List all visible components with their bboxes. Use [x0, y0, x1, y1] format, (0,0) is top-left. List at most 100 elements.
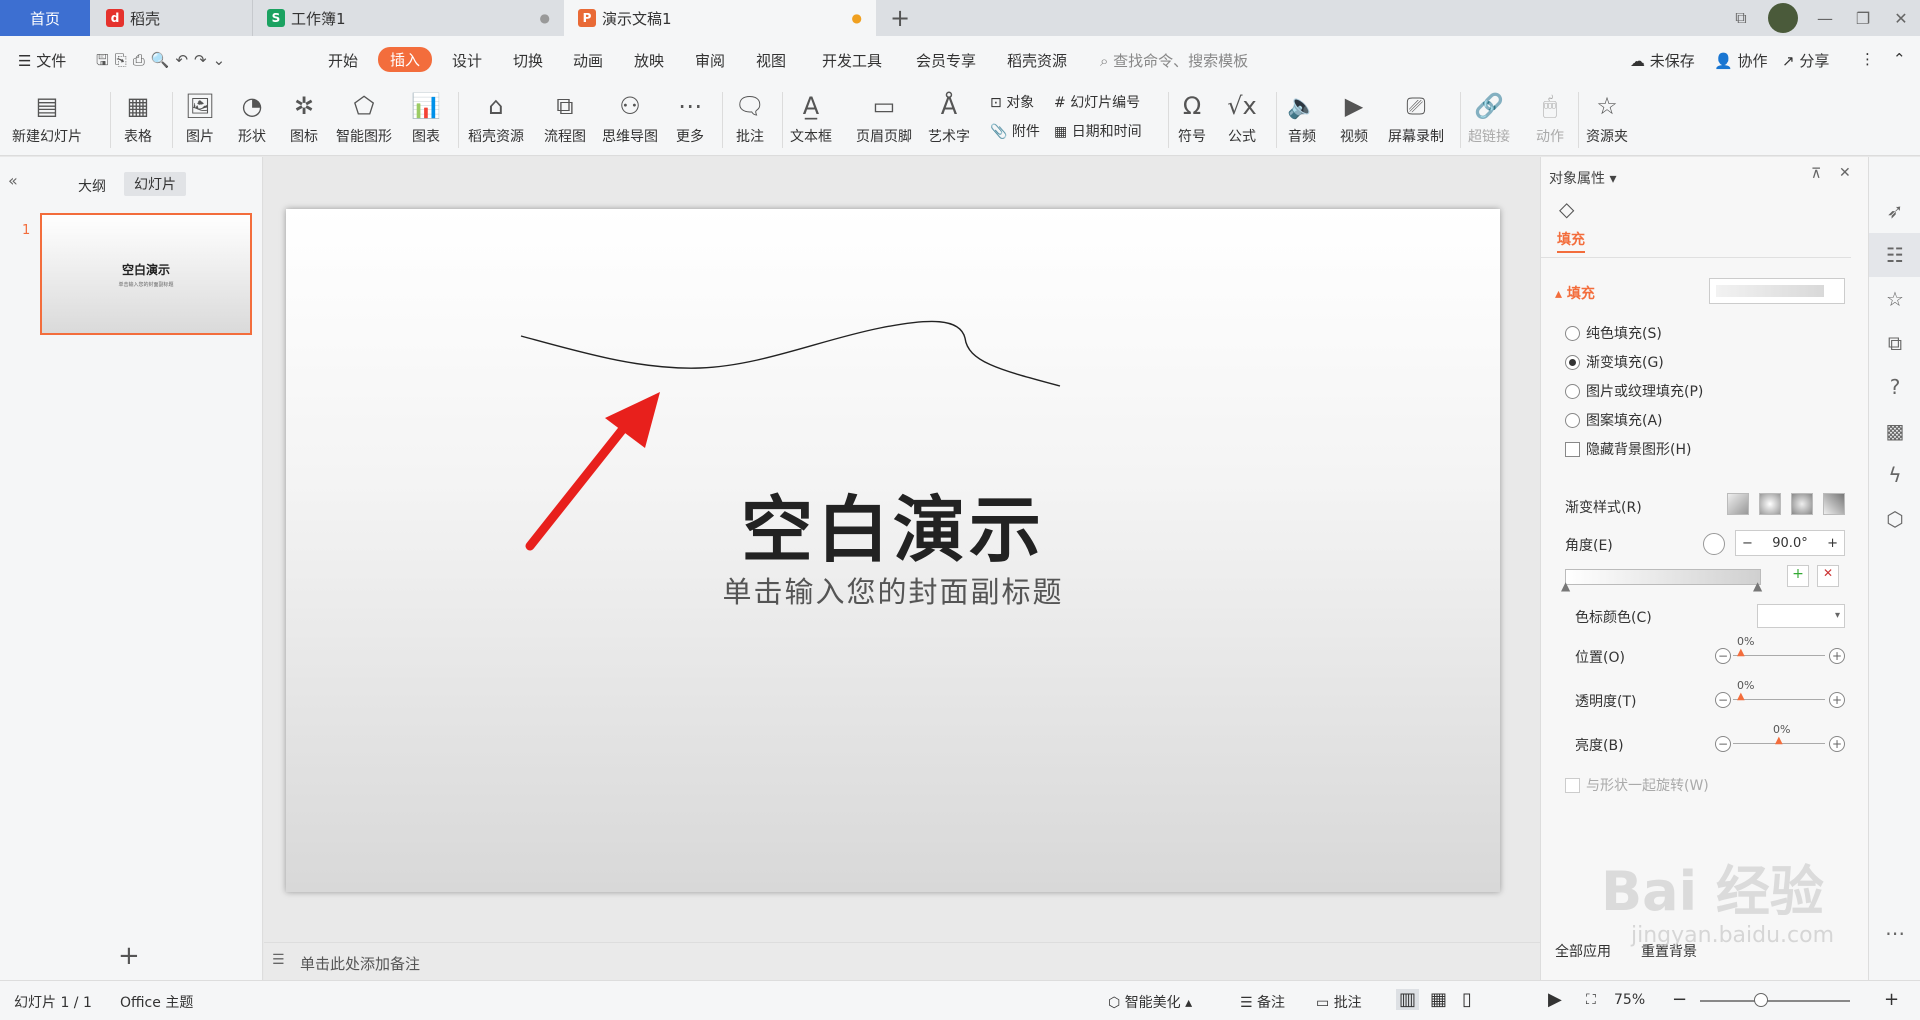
option-picture-fill[interactable]: 图片或纹理填充(P) — [1565, 381, 1703, 401]
option-gradient-fill[interactable]: 渐变填充(G) — [1565, 352, 1664, 372]
brightness-value: 0% — [1773, 723, 1791, 736]
option-solid-fill-label: 纯色填充(S) — [1586, 326, 1662, 342]
gallery-icon[interactable]: ▩ — [1869, 409, 1920, 453]
reading-view-icon[interactable]: ▯ — [1462, 989, 1472, 1010]
fill-color-dropdown[interactable] — [1709, 278, 1845, 304]
option-gradient-fill-label: 渐变填充(G) — [1586, 355, 1664, 371]
position-thumb[interactable]: ▲ — [1737, 647, 1745, 658]
cube-icon[interactable]: ⬡ — [1869, 497, 1920, 541]
comment-toggle[interactable]: ▭ 批注 — [1316, 992, 1362, 1012]
copy-icon[interactable]: ⧉ — [1869, 321, 1920, 365]
fit-window-icon[interactable]: ⛶ — [1586, 992, 1596, 1008]
gradient-radial-icon[interactable] — [1759, 493, 1781, 515]
tab-fill[interactable]: 填充 — [1557, 229, 1585, 253]
brightness-plus-icon[interactable]: + — [1829, 736, 1845, 752]
transparency-label: 透明度(T) — [1575, 694, 1637, 710]
checkbox — [1565, 441, 1580, 457]
notes-bar[interactable]: ☰ 单击此处添加备注 — [264, 942, 1540, 980]
radio — [1565, 383, 1580, 399]
fill-section-label: 填充 — [1566, 286, 1595, 302]
checkbox — [1565, 777, 1580, 793]
red-arrow-shaft — [525, 415, 635, 551]
star-icon[interactable]: ☆ — [1869, 277, 1920, 321]
hide-background-checkbox[interactable]: 隐藏背景图形(H) — [1565, 439, 1691, 459]
panel-close-icon[interactable]: ✕ — [1839, 165, 1851, 181]
gradient-style-label: 渐变样式(R) — [1565, 500, 1642, 516]
transparency-value: 0% — [1737, 679, 1755, 692]
beautify-button[interactable]: ⬡ 智能美化 ▴ — [1108, 992, 1192, 1012]
radio-selected — [1565, 354, 1580, 370]
status-bar: 幻灯片 1 / 1 Office 主题 ⬡ 智能美化 ▴ ☰ 备注 ▭ 批注 ▥… — [0, 980, 1920, 1020]
sorter-view-icon[interactable]: ▦ — [1430, 989, 1447, 1010]
decrease-icon[interactable]: − — [1742, 536, 1753, 551]
pin-icon[interactable]: ⊼ — [1811, 166, 1821, 182]
rocket-icon[interactable]: ➶ — [1869, 189, 1920, 233]
brightness-thumb[interactable]: ▲ — [1775, 735, 1783, 746]
zoom-slider[interactable] — [1700, 1000, 1850, 1002]
brightness-label: 亮度(B) — [1575, 738, 1624, 754]
angle-dial[interactable] — [1703, 533, 1725, 555]
gradient-bar[interactable] — [1565, 569, 1761, 585]
gradient-stop-left[interactable]: ▲ — [1561, 579, 1570, 593]
gradient-linear-icon[interactable] — [1727, 493, 1749, 515]
radio — [1565, 325, 1580, 341]
side-toolbar: ➶ ☷ ☆ ⧉ ? ▩ ϟ ⬡ ⋯ — [1868, 157, 1920, 980]
transparency-minus-icon[interactable]: − — [1715, 692, 1731, 708]
brightness-minus-icon[interactable]: − — [1715, 736, 1731, 752]
comment-icon: ▭ — [1316, 995, 1334, 1011]
angle-label: 角度(E) — [1565, 538, 1613, 554]
bolt-icon[interactable]: ϟ — [1869, 453, 1920, 497]
notes-toggle-label: 备注 — [1257, 995, 1286, 1011]
angle-value: 90.0° — [1772, 535, 1808, 551]
gradient-style-options[interactable] — [1727, 493, 1845, 515]
zoom-out-icon[interactable]: − — [1672, 989, 1687, 1010]
position-label: 位置(O) — [1575, 650, 1625, 666]
position-value: 0% — [1737, 635, 1755, 648]
notes-toggle[interactable]: ☰ 备注 — [1240, 992, 1285, 1012]
increase-icon[interactable]: + — [1827, 536, 1838, 551]
beautify-label: 智能美化 — [1124, 995, 1181, 1011]
gradient-path-icon[interactable] — [1823, 493, 1845, 515]
position-plus-icon[interactable]: + — [1829, 648, 1845, 664]
properties-sliders-icon[interactable]: ☷ — [1869, 233, 1920, 277]
help-icon[interactable]: ? — [1869, 365, 1920, 409]
object-properties-panel: 对象属性 ▾ ⊼ ✕ ◇ 填充 ▴ 填充 纯色填充(S) 渐变填充(G) 图片或… — [1540, 157, 1868, 980]
hide-background-label: 隐藏背景图形(H) — [1586, 442, 1692, 458]
play-icon[interactable]: ▶ — [1548, 989, 1562, 1010]
fill-section-header[interactable]: ▴ 填充 — [1555, 283, 1595, 303]
gradient-stop-right[interactable]: ▲ — [1753, 579, 1762, 593]
panel-title[interactable]: 对象属性 ▾ — [1549, 168, 1616, 188]
freehand-curve[interactable] — [520, 320, 1061, 387]
normal-view-icon[interactable]: ▥ — [1396, 989, 1420, 1010]
theme-name[interactable]: Office 主题 — [120, 992, 193, 1012]
zoom-in-icon[interactable]: + — [1884, 989, 1899, 1010]
transparency-slider[interactable] — [1733, 699, 1825, 700]
divider — [1541, 257, 1851, 258]
gradient-rect-icon[interactable] — [1791, 493, 1813, 515]
radio — [1565, 412, 1580, 428]
zoom-slider-thumb[interactable] — [1754, 993, 1768, 1007]
angle-stepper[interactable]: − 90.0° + — [1735, 530, 1845, 556]
notes-lines-icon: ☰ — [1240, 995, 1258, 1011]
stop-color-dropdown[interactable]: ▾ — [1757, 604, 1845, 628]
panel-title-label: 对象属性 — [1549, 171, 1605, 187]
rotate-with-shape-label: 与形状一起旋转(W) — [1586, 778, 1709, 794]
option-pattern-fill[interactable]: 图案填充(A) — [1565, 410, 1663, 430]
fill-bucket-icon[interactable]: ◇ — [1559, 197, 1574, 221]
position-minus-icon[interactable]: − — [1715, 648, 1731, 664]
delete-stop-icon[interactable]: ✕ — [1817, 565, 1839, 587]
notes-placeholder: 单击此处添加备注 — [300, 955, 421, 973]
option-solid-fill[interactable]: 纯色填充(S) — [1565, 323, 1662, 343]
watermark-url: jingyan.baidu.com — [1631, 923, 1835, 948]
rotate-with-shape-checkbox[interactable]: 与形状一起旋转(W) — [1565, 775, 1709, 795]
position-slider[interactable] — [1733, 655, 1825, 656]
watermark-brand: Bai 经验 — [1601, 860, 1824, 923]
apply-all-button[interactable]: 全部应用 — [1555, 941, 1611, 961]
zoom-level[interactable]: 75% — [1614, 992, 1645, 1008]
add-stop-icon[interactable]: + — [1787, 565, 1809, 587]
beautify-icon: ⬡ — [1108, 995, 1125, 1011]
transparency-thumb[interactable]: ▲ — [1737, 691, 1745, 702]
more-dots-icon[interactable]: ⋯ — [1869, 911, 1920, 955]
comment-toggle-label: 批注 — [1333, 995, 1362, 1011]
transparency-plus-icon[interactable]: + — [1829, 692, 1845, 708]
